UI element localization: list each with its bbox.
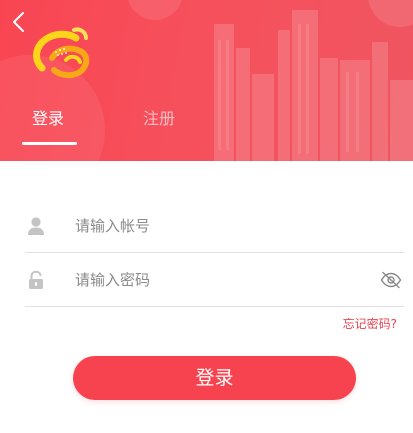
password-field-row [25,254,404,307]
forgot-password-link[interactable]: 忘记密码? [343,316,397,332]
account-input[interactable] [75,213,355,239]
account-field-row [25,200,404,253]
user-icon [28,217,44,235]
lock-icon [29,270,43,289]
swirl-logo [33,27,90,79]
login-submit-button[interactable]: 登录 [73,356,356,400]
toggle-password-visibility-button[interactable] [380,270,402,290]
tab-register[interactable]: 注册 [143,108,175,130]
login-header: 登录 注册 [0,0,413,161]
tab-login[interactable]: 登录 [32,108,64,130]
active-tab-indicator [22,142,77,145]
eye-hidden-icon [380,271,402,289]
chevron-left-icon [13,12,24,32]
password-input[interactable] [75,267,355,293]
back-button[interactable] [6,8,32,36]
